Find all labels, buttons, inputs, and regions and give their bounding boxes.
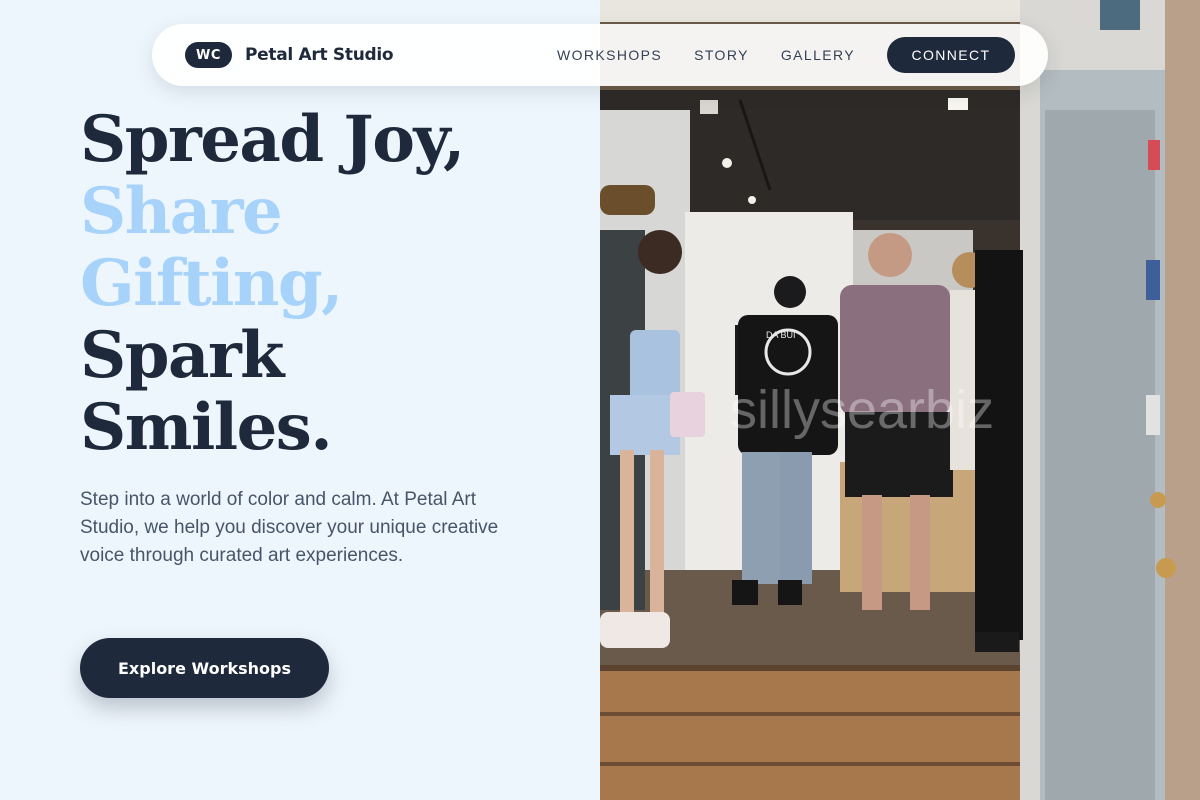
nav-link-story[interactable]: STORY (694, 47, 749, 63)
headline-line-3: Gifting, (80, 246, 343, 321)
hero-headline: Spread Joy, Share Gifting, Spark Smiles. (80, 104, 590, 464)
brand-name[interactable]: Petal Art Studio (245, 45, 394, 65)
gallery-photo-illustration: DA BUI sillysearbiz (600, 0, 1200, 800)
hero-photo: DA BUI sillysearbiz (600, 0, 1200, 800)
top-navigation: WC Petal Art Studio WORKSHOPS STORY GALL… (152, 24, 1048, 86)
hero-description: Step into a world of color and calm. At … (80, 489, 499, 566)
nav-link-gallery[interactable]: GALLERY (781, 47, 855, 63)
logo-badge[interactable]: WC (185, 42, 232, 68)
nav-links: WORKSHOPS STORY GALLERY (557, 47, 855, 63)
shirt-print: DA BUI (766, 330, 796, 340)
explore-workshops-button[interactable]: Explore Workshops (80, 638, 329, 698)
headline-line-4: Spark (80, 318, 285, 393)
nav-link-workshops[interactable]: WORKSHOPS (557, 47, 662, 63)
photo-watermark: sillysearbiz (730, 380, 994, 440)
headline-line-5: Smiles. (80, 390, 333, 465)
connect-button[interactable]: CONNECT (887, 37, 1015, 73)
headline-line-2: Share (80, 174, 283, 249)
headline-line-1: Spread Joy, (80, 102, 465, 177)
